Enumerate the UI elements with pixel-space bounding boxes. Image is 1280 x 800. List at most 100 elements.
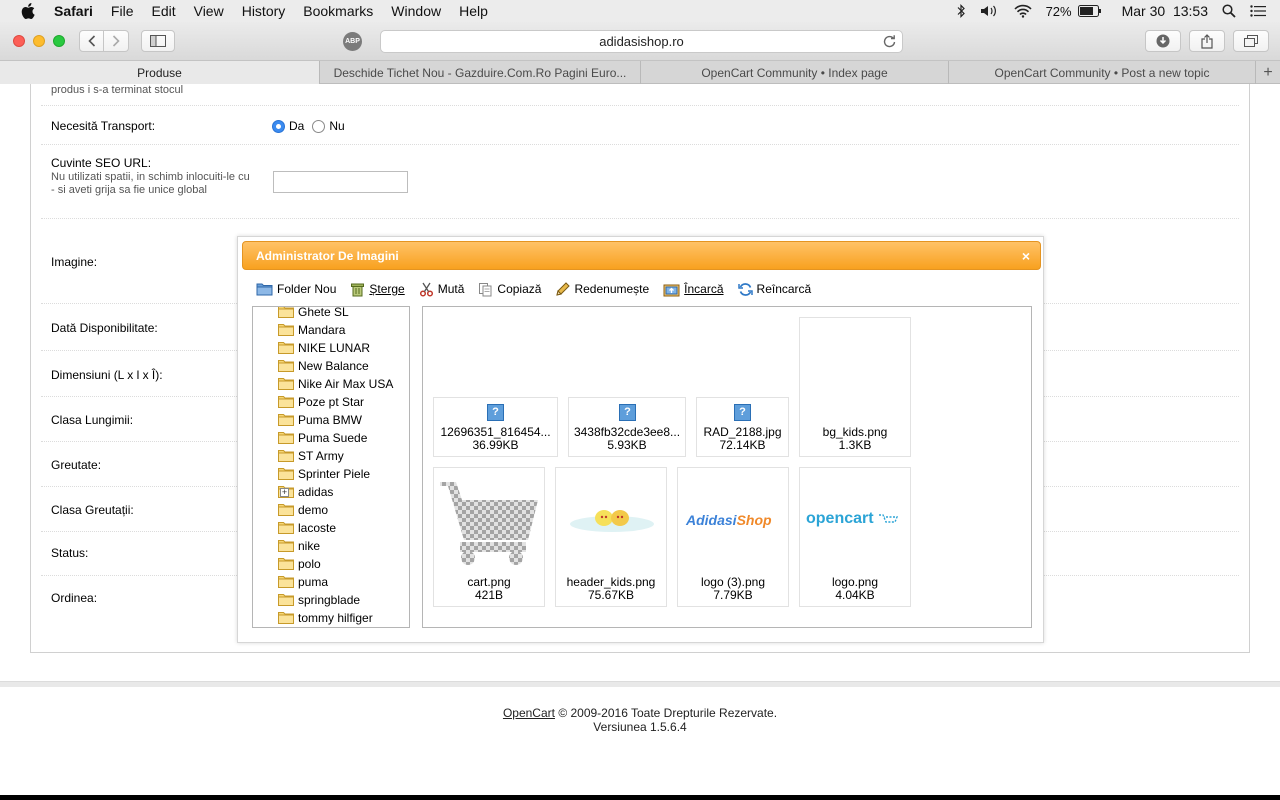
length-class-label: Clasa Lungimii: <box>51 413 134 427</box>
bluetooth-icon[interactable] <box>956 4 966 18</box>
dialog-close-button[interactable]: × <box>1022 249 1030 263</box>
back-button[interactable] <box>79 30 104 52</box>
shipping-no-label[interactable]: Nu <box>329 119 344 133</box>
tab-opencart-index[interactable]: OpenCart Community • Index page <box>641 61 949 84</box>
share-button[interactable] <box>1189 30 1225 52</box>
forward-button[interactable] <box>104 30 129 52</box>
cart-mini-icon <box>879 514 899 523</box>
folder-item[interactable]: tommy hilfiger <box>278 610 373 626</box>
weight-label: Greutate: <box>51 458 102 472</box>
upload-button[interactable]: Încarcă <box>663 282 724 297</box>
folder-new-icon <box>256 283 273 296</box>
folder-item[interactable]: polo <box>278 556 321 572</box>
refresh-icon <box>737 282 753 296</box>
shipping-no-radio[interactable] <box>312 119 326 133</box>
footer-divider <box>0 681 1280 687</box>
folder-item[interactable]: NIKE LUNAR <box>278 340 370 356</box>
spotlight-icon[interactable] <box>1222 4 1236 18</box>
clock[interactable]: Mar 30 13:53 <box>1122 3 1208 19</box>
file-item[interactable]: ? RAD_2188.jpg 72.14KB <box>696 397 789 457</box>
menu-app-safari[interactable]: Safari <box>54 3 93 19</box>
folder-label: polo <box>298 557 321 571</box>
folder-icon <box>278 557 294 573</box>
expand-toggle-icon[interactable]: + <box>280 488 289 497</box>
tab-gazduire[interactable]: Deschide Tichet Nou - Gazduire.Com.Ro Pa… <box>320 61 641 84</box>
seo-help-text: Nu utilizati spatii, in schimb inlocuiti… <box>51 171 250 196</box>
new-tab-button[interactable]: + <box>1256 61 1280 84</box>
file-size: 72.14KB <box>719 438 766 452</box>
folder-item[interactable]: New Balance <box>278 358 369 374</box>
folder-item[interactable]: springblade <box>278 592 360 608</box>
share-icon <box>1201 33 1213 49</box>
minimize-window-button[interactable] <box>33 35 45 47</box>
folder-item[interactable]: Ghete SL <box>278 307 349 320</box>
footer: OpenCart © 2009-2016 Toate Drepturile Re… <box>0 706 1280 734</box>
file-size: 5.93KB <box>607 438 647 452</box>
folder-item[interactable]: ST Army <box>278 448 344 464</box>
notification-center-icon[interactable] <box>1250 5 1266 17</box>
menu-bookmarks[interactable]: Bookmarks <box>303 3 373 19</box>
rename-button[interactable]: Redenumește <box>555 281 649 297</box>
new-folder-button[interactable]: Folder Nou <box>256 282 336 296</box>
address-bar[interactable]: adidasishop.ro <box>380 30 903 53</box>
shipping-label: Necesită Transport: <box>51 119 156 133</box>
battery-icon[interactable] <box>1077 5 1102 17</box>
sidebar-button[interactable] <box>141 30 175 52</box>
broken-image-icon: ? <box>487 404 504 421</box>
downloads-button[interactable] <box>1145 30 1181 52</box>
file-item[interactable]: cart.png 421B <box>433 467 545 607</box>
close-window-button[interactable] <box>13 35 25 47</box>
menu-view[interactable]: View <box>194 3 224 19</box>
refresh-button[interactable]: Reîncarcă <box>737 282 811 297</box>
volume-icon[interactable] <box>980 4 1000 18</box>
dialog-titlebar[interactable]: Administrator De Imagini × <box>242 241 1041 270</box>
menu-window[interactable]: Window <box>391 3 441 19</box>
folder-item[interactable]: Nike Air Max USA <box>278 376 393 392</box>
folder-item[interactable]: Mandara <box>278 322 345 338</box>
wifi-icon[interactable] <box>1013 4 1032 18</box>
opencart-link[interactable]: OpenCart <box>503 706 555 720</box>
zoom-window-button[interactable] <box>53 35 65 47</box>
menu-history[interactable]: History <box>242 3 286 19</box>
folder-item[interactable]: puma <box>278 574 329 590</box>
file-item[interactable]: opencart logo.png 4.04KB <box>799 467 911 607</box>
file-item[interactable]: ? 12696351_816454... 36.99KB <box>433 397 558 457</box>
show-tabs-button[interactable] <box>1233 30 1269 52</box>
chevron-left-icon <box>87 35 95 47</box>
seo-keyword-input[interactable] <box>273 171 408 193</box>
menu-file[interactable]: File <box>111 3 134 19</box>
folder-item[interactable]: demo <box>278 502 328 518</box>
folder-item[interactable]: lacoste <box>278 520 336 536</box>
folder-item[interactable]: Puma Suede <box>278 430 367 446</box>
folder-item[interactable]: adidas <box>278 484 333 500</box>
upload-label: Încarcă <box>684 282 724 296</box>
menu-edit[interactable]: Edit <box>151 3 175 19</box>
folder-icon <box>278 593 294 609</box>
shipping-yes-radio[interactable] <box>272 119 285 133</box>
tabs-overview-icon <box>1244 34 1258 47</box>
move-button[interactable]: Mută <box>419 282 464 297</box>
reload-icon[interactable] <box>883 34 896 51</box>
delete-button[interactable]: Șterge <box>350 282 405 297</box>
menu-help[interactable]: Help <box>459 3 488 19</box>
shipping-yes-label[interactable]: Da <box>289 119 304 133</box>
kids-header-thumbnail-icon <box>570 510 654 532</box>
file-size: 421B <box>474 588 504 602</box>
folder-item[interactable]: Sprinter Piele <box>278 466 370 482</box>
folder-icon <box>278 539 294 555</box>
copy-button[interactable]: Copiază <box>478 282 541 297</box>
folder-item[interactable]: nike <box>278 538 320 554</box>
file-item[interactable]: ? 3438fb32cde3ee8... 5.93KB <box>568 397 686 457</box>
tab-opencart-post[interactable]: OpenCart Community • Post a new topic <box>949 61 1256 84</box>
file-item[interactable]: AdidasiShop logo (3).png 7.79KB <box>677 467 789 607</box>
file-item[interactable]: bg_kids.png 1.3KB <box>799 317 911 457</box>
tab-produse[interactable]: Produse <box>0 61 320 84</box>
folder-item[interactable]: Poze pt Star <box>278 394 364 410</box>
adblock-plus-icon[interactable]: ABP <box>343 32 362 51</box>
new-folder-label: Folder Nou <box>277 282 337 296</box>
apple-icon[interactable] <box>18 0 38 22</box>
folder-label: New Balance <box>298 359 369 373</box>
folder-label: puma <box>298 575 329 589</box>
folder-item[interactable]: Puma BMW <box>278 412 362 428</box>
file-item[interactable]: header_kids.png 75.67KB <box>555 467 667 607</box>
